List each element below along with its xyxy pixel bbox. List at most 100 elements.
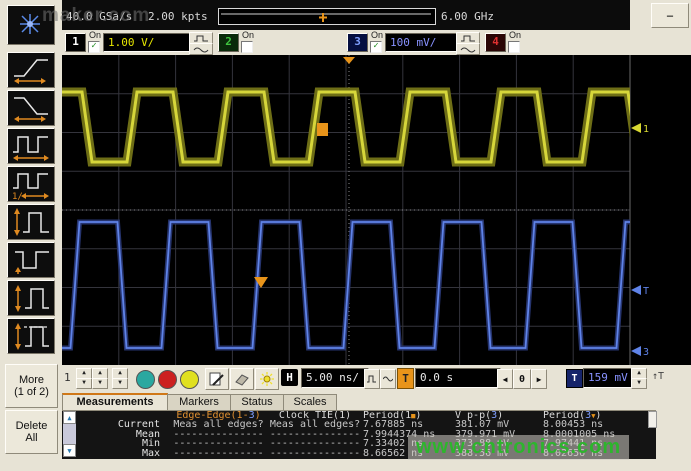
bandwidth-text: 6.00 GHz <box>441 10 494 23</box>
trigger-level-indicator: ↑T <box>652 371 664 382</box>
level-marker-3[interactable] <box>631 346 641 356</box>
channel-4-on-checkbox[interactable]: ✓ <box>508 41 520 53</box>
channel-3-sine-button[interactable] <box>456 43 480 55</box>
channel-1-sine-button[interactable] <box>189 43 213 55</box>
level-marker-T[interactable] <box>631 285 641 295</box>
sine-glyph-icon <box>383 375 393 383</box>
vtop-button[interactable] <box>7 318 55 354</box>
more-button[interactable]: More (1 of 2) <box>5 364 58 408</box>
channel-4-on-label: On <box>509 31 521 40</box>
ch1-waveform <box>62 92 691 162</box>
measurements-right-scrollbar[interactable] <box>648 411 657 428</box>
eraser-icon <box>234 372 250 386</box>
rise-time-button[interactable] <box>7 52 55 88</box>
ch1-waveform <box>62 92 691 162</box>
period-button[interactable] <box>7 128 55 164</box>
acquisition-waveform-icon <box>219 11 433 24</box>
frequency-button[interactable]: 1/ <box>7 166 55 202</box>
channel-1-button[interactable]: 1 <box>65 33 86 52</box>
vmax-icon <box>9 282 53 314</box>
trigger-time-marker <box>343 57 355 64</box>
delete-all-button[interactable]: Delete All <box>5 410 58 454</box>
channel-1-scale-field[interactable]: 1.00 V/ <box>103 33 193 52</box>
annotate-button[interactable] <box>205 368 229 390</box>
channel-3-button[interactable]: 3 <box>347 33 368 52</box>
acquisition-bar[interactable] <box>218 8 436 25</box>
ch3-waveform <box>62 222 691 348</box>
trigger-level-spinner[interactable]: ▲▼ <box>631 368 647 389</box>
agilent-logo-icon <box>8 6 52 42</box>
scroll-up-button[interactable]: ▲ <box>63 411 76 424</box>
minimize-button[interactable]: − <box>651 3 689 28</box>
frequency-icon: 1/ <box>9 168 53 200</box>
vtop-icon <box>9 320 53 352</box>
color-yellow-button[interactable] <box>180 370 199 389</box>
trigger-level-field[interactable]: 159 mV <box>583 368 637 388</box>
measurement-cell: Max <box>78 449 170 458</box>
tab-status[interactable]: Status <box>230 394 284 411</box>
more-sub-label: (1 of 2) <box>14 386 49 398</box>
waveform-display[interactable]: 1T3 <box>62 55 691 365</box>
pulse-glyph-icon <box>367 375 377 383</box>
realtime-mode-button[interactable] <box>364 369 380 389</box>
sine-mode-button[interactable] <box>380 369 396 389</box>
channel-2-on-label: On <box>242 31 254 40</box>
channel-2-on-checkbox[interactable]: ✓ <box>241 41 253 53</box>
scroll-left-button[interactable]: ◀ <box>497 369 513 389</box>
level-marker-1[interactable] <box>631 123 641 133</box>
fall-time-icon <box>9 92 53 124</box>
pulse-width-button[interactable] <box>7 242 55 278</box>
vmax-button[interactable] <box>7 280 55 316</box>
fall-time-button[interactable] <box>7 90 55 126</box>
marker-number-label: 1 <box>64 371 71 384</box>
sine-glyph-icon <box>193 46 209 53</box>
offset-spinner[interactable]: ▲▼ <box>112 368 128 389</box>
timebase-field[interactable]: 5.00 ns/ <box>301 368 369 388</box>
scroll-right-button[interactable]: ▶ <box>531 369 547 389</box>
horizontal-menu-button[interactable]: H <box>281 369 298 386</box>
note-pencil-icon <box>209 372 225 386</box>
pulse-glyph-icon <box>460 35 476 42</box>
zero-delay-button[interactable]: 0 <box>513 369 531 389</box>
measurement-cell: 8.02656 ns <box>543 449 647 458</box>
horizontal-position-field[interactable]: 0.0 s <box>415 368 501 388</box>
tab-scales[interactable]: Scales <box>283 394 337 411</box>
measurements-table: Edge-Edge(1-3)Clock TIE(1)Period(1■)V p-… <box>78 411 649 458</box>
channel-3-on-checkbox[interactable]: ✓ <box>370 41 382 53</box>
sun-icon <box>259 372 275 386</box>
measurement-cell: 8.66562 ns <box>363 449 455 458</box>
measurement-cell: --------------- <box>170 449 267 458</box>
marker-position-spinner[interactable]: ▲▼ ▲▼ <box>76 368 108 389</box>
channel-3-on-label: On <box>371 31 383 40</box>
tab-markers[interactable]: Markers <box>167 394 231 411</box>
measurement-cell: 388.56 mV <box>455 449 543 458</box>
measurements-scrollbar[interactable]: ▲ ▼ <box>63 411 76 457</box>
channel-2-button[interactable]: 2 <box>218 33 239 52</box>
pulse-width-icon <box>9 244 53 276</box>
channel-1-on-label: On <box>89 31 101 40</box>
vpp-icon <box>9 206 53 238</box>
channel-1-on-checkbox[interactable]: ✓ <box>88 41 100 53</box>
brightness-button[interactable] <box>255 368 279 390</box>
color-red-button[interactable] <box>158 370 177 389</box>
ch3-waveform <box>62 222 691 348</box>
sine-glyph-icon <box>460 46 476 53</box>
channel-3-scale-field[interactable]: 100 mV/ <box>385 33 461 52</box>
logo-button[interactable] <box>7 5 55 45</box>
delete-label: Delete <box>16 420 48 432</box>
color-teal-button[interactable] <box>136 370 155 389</box>
rise-time-icon <box>9 54 53 86</box>
measurement-cell: --------------- <box>267 449 363 458</box>
measurement-square-marker <box>317 123 328 136</box>
channel-4-button[interactable]: 4 <box>485 33 506 52</box>
erase-button[interactable] <box>230 368 254 390</box>
delete-sub-label: All <box>25 432 37 444</box>
scroll-down-button[interactable]: ▼ <box>63 444 76 457</box>
memory-depth-text: 2.00 kpts <box>148 10 208 23</box>
level-marker-label: 3 <box>643 347 649 358</box>
trigger-menu-button[interactable]: T <box>566 369 583 388</box>
measurement-row: Max------------------------------8.66562… <box>78 449 649 458</box>
trigger-position-button[interactable]: T <box>397 368 414 389</box>
vpp-button[interactable] <box>7 204 55 240</box>
level-marker-label: 1 <box>643 124 649 135</box>
